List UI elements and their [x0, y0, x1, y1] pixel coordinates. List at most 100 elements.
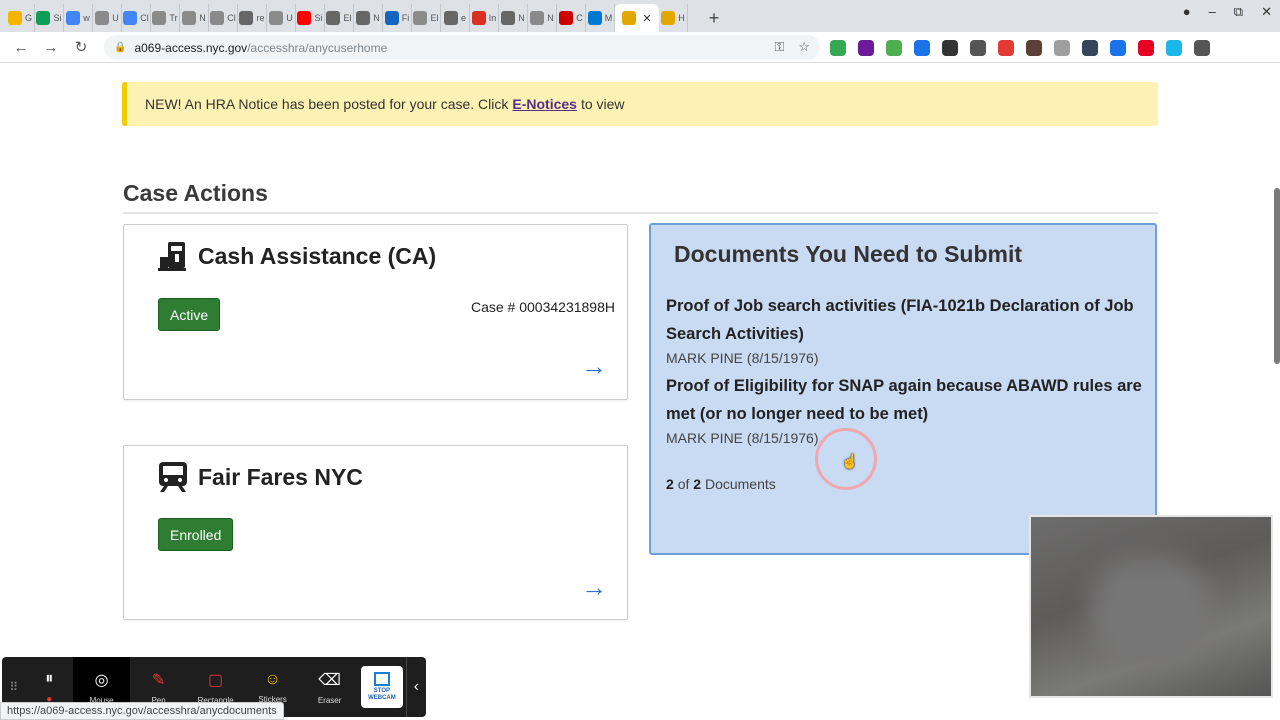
- extension-icon[interactable]: [970, 40, 986, 56]
- extension-icon[interactable]: [942, 40, 958, 56]
- card-title: Fair Fares NYC: [198, 463, 363, 490]
- rectangle-icon: ▢: [208, 671, 224, 689]
- count-total: 2: [693, 476, 702, 492]
- address-bar[interactable]: 🔒 a069-access.nyc.gov/accesshra/anycuser…: [104, 35, 820, 60]
- tab-favicon-icon: [95, 11, 110, 25]
- extension-icon[interactable]: [858, 40, 874, 56]
- extension-icon[interactable]: [830, 40, 846, 56]
- browser-tab[interactable]: w: [64, 4, 93, 32]
- window-controls: ● – ⧉ ✕: [1183, 4, 1272, 20]
- tab-favicon-icon: [210, 11, 225, 25]
- extension-icon[interactable]: [886, 40, 902, 56]
- bookmark-star-icon[interactable]: ☆: [798, 39, 810, 55]
- reload-icon[interactable]: ↻: [66, 38, 96, 56]
- document-item: Proof of Job search activities (FIA-1021…: [666, 292, 1146, 366]
- browser-tab[interactable]: El: [412, 4, 441, 32]
- stop-webcam-button[interactable]: STOP WEBCAM: [358, 657, 406, 717]
- tab-label: N: [547, 13, 554, 23]
- cash-assistance-icon: [158, 242, 186, 271]
- document-name: Proof of Eligibility for SNAP again beca…: [666, 377, 1142, 423]
- arrow-right-icon[interactable]: →: [581, 351, 607, 382]
- section-divider: [123, 212, 1158, 214]
- tab-label: w: [83, 13, 90, 23]
- key-icon[interactable]: ⚿: [774, 39, 784, 55]
- tab-label: N: [518, 13, 525, 23]
- browser-tab[interactable]: G: [6, 4, 35, 32]
- profile-icon[interactable]: ●: [1183, 4, 1191, 20]
- close-window-icon[interactable]: ✕: [1261, 4, 1272, 20]
- extension-icon[interactable]: [998, 40, 1014, 56]
- tab-label: G: [24, 13, 32, 23]
- address-path: /accesshra/anycuserhome: [247, 40, 388, 55]
- restore-icon[interactable]: ⧉: [1234, 4, 1243, 20]
- extension-icon[interactable]: [1166, 40, 1182, 56]
- browser-tab[interactable]: N: [180, 4, 209, 32]
- mouse-icon: ◎: [94, 671, 109, 689]
- tab-favicon-icon: [501, 11, 516, 25]
- browser-tab[interactable]: El: [325, 4, 354, 32]
- browser-tab[interactable]: N: [528, 4, 557, 32]
- extension-icon[interactable]: [1194, 40, 1210, 56]
- arrow-right-icon[interactable]: →: [581, 572, 607, 603]
- browser-tab[interactable]: e: [441, 4, 470, 32]
- case-number: Case # 00034231898H: [470, 299, 615, 315]
- browser-tab[interactable]: M: [586, 4, 615, 32]
- pen-icon: ✎: [151, 671, 166, 689]
- extension-icon[interactable]: [1082, 40, 1098, 56]
- browser-tab[interactable]: N: [499, 4, 528, 32]
- browser-tab[interactable]: ✕: [615, 4, 659, 32]
- tab-label: U: [112, 13, 119, 23]
- stop-webcam-label: STOP WEBCAM: [368, 688, 396, 701]
- extension-icon[interactable]: [914, 40, 930, 56]
- browser-tab[interactable]: U: [93, 4, 122, 32]
- tab-label: Cl: [227, 13, 236, 23]
- extension-icon[interactable]: [1026, 40, 1042, 56]
- tab-favicon-icon: [123, 11, 138, 25]
- back-icon[interactable]: ←: [6, 39, 36, 56]
- card-title: Cash Assistance (CA): [198, 242, 437, 269]
- new-tab-button[interactable]: +: [700, 4, 728, 32]
- address-host: a069-access.nyc.gov: [134, 40, 248, 55]
- tab-label: Cl: [140, 13, 149, 23]
- scrollbar-thumb[interactable]: [1274, 188, 1280, 364]
- browser-tab[interactable]: U: [267, 4, 296, 32]
- browser-tab[interactable]: Cl: [209, 4, 238, 32]
- forward-icon[interactable]: →: [36, 39, 66, 56]
- tab-favicon-icon: [152, 11, 167, 25]
- webcam-overlay: [1029, 515, 1273, 698]
- tab-label: U: [286, 13, 293, 23]
- status-badge: Active: [158, 298, 221, 331]
- lock-icon[interactable]: 🔒: [114, 42, 126, 53]
- recorder-tool-label: Eraser: [317, 695, 342, 705]
- browser-tab[interactable]: Cl: [122, 4, 151, 32]
- extension-icon[interactable]: [1110, 40, 1126, 56]
- close-tab-icon[interactable]: ✕: [642, 12, 651, 25]
- tab-favicon-icon: [326, 11, 341, 25]
- extension-icon[interactable]: [1138, 40, 1154, 56]
- minimize-icon[interactable]: –: [1209, 4, 1216, 20]
- browser-tab[interactable]: H: [659, 4, 688, 32]
- tab-favicon-icon: [66, 11, 81, 25]
- browser-tab[interactable]: re: [238, 4, 267, 32]
- extension-icon[interactable]: [1054, 40, 1070, 56]
- tab-favicon-icon: [413, 11, 428, 25]
- case-actions-heading: Case Actions: [123, 180, 268, 206]
- e-notices-link[interactable]: E-Notices: [512, 96, 577, 112]
- browser-tab[interactable]: Si: [35, 4, 64, 32]
- browser-tab[interactable]: C: [557, 4, 586, 32]
- documents-panel[interactable]: Documents You Need to Submit Proof of Jo…: [649, 223, 1157, 555]
- extension-icons: [830, 40, 1210, 56]
- browser-tab[interactable]: In: [470, 4, 499, 32]
- tab-favicon-icon: [297, 11, 312, 25]
- collapse-chevron-icon[interactable]: ‹: [405, 657, 426, 717]
- recorder-tool-eraser[interactable]: ⌫ Eraser: [301, 657, 358, 717]
- browser-tab[interactable]: Fi: [383, 4, 412, 32]
- browser-tab[interactable]: Si: [296, 4, 325, 32]
- document-item: Proof of Eligibility for SNAP again beca…: [666, 372, 1146, 446]
- tab-favicon-icon: [530, 11, 545, 25]
- browser-tab[interactable]: N: [354, 4, 383, 32]
- fair-fares-card[interactable]: Fair Fares NYC Enrolled →: [123, 445, 628, 620]
- browser-tab[interactable]: Tr: [151, 4, 180, 32]
- stickers-icon: ☺: [264, 670, 281, 688]
- cash-assistance-card[interactable]: Cash Assistance (CA) Active Case # 00034…: [123, 224, 628, 400]
